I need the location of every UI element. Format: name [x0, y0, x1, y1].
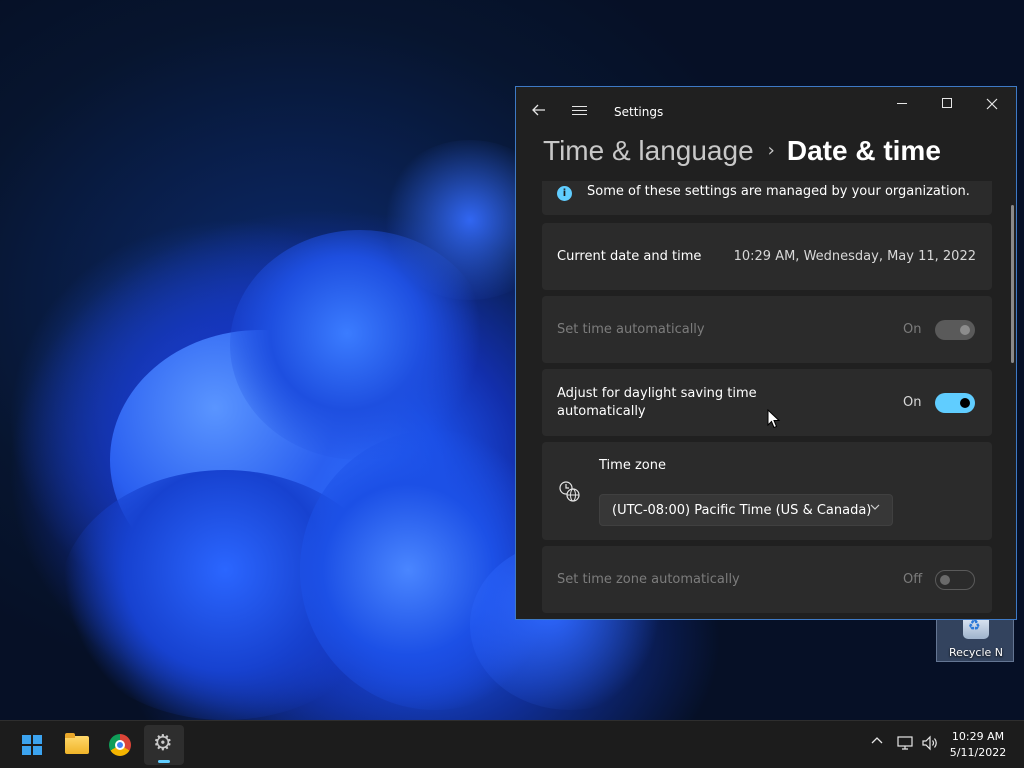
info-icon: i	[557, 186, 572, 201]
set-time-automatically-card: Set time automatically On	[542, 296, 992, 363]
navigation-menu-button[interactable]	[572, 103, 588, 119]
set-time-automatically-toggle[interactable]	[935, 320, 975, 340]
scrollbar-thumb[interactable]	[1011, 205, 1014, 363]
volume-button[interactable]	[921, 735, 939, 755]
close-button[interactable]	[986, 95, 998, 114]
set-time-zone-automatically-state: Off	[903, 572, 923, 587]
start-icon	[22, 735, 42, 755]
app-title: Settings	[614, 105, 664, 119]
toggle-knob	[960, 325, 970, 335]
set-time-zone-automatically-card: Set time zone automatically Off	[542, 546, 992, 613]
clock-date: 5/11/2022	[949, 746, 1007, 759]
clock-time: 10:29 AM	[951, 730, 1005, 743]
page-title: Date & time	[786, 135, 941, 166]
daylight-saving-toggle[interactable]	[935, 393, 975, 413]
chrome-button[interactable]	[100, 725, 140, 765]
taskbar-clock[interactable]: 10:29 AM 5/11/2022	[940, 729, 1016, 761]
file-explorer-button[interactable]	[56, 725, 96, 765]
settings-content[interactable]: i Some of these settings are managed by …	[542, 181, 992, 619]
mouse-cursor-icon	[767, 409, 781, 429]
info-banner: i Some of these settings are managed by …	[542, 181, 992, 215]
toggle-knob	[940, 575, 950, 585]
breadcrumb-parent-link[interactable]: Time & language	[543, 135, 754, 166]
maximize-button[interactable]	[942, 98, 952, 108]
volume-icon	[922, 735, 937, 751]
back-arrow-icon	[532, 104, 545, 116]
time-zone-card: Time zone (UTC-08:00) Pacific Time (US &…	[542, 442, 992, 540]
time-zone-label: Time zone	[599, 458, 666, 473]
info-banner-text: Some of these settings are managed by yo…	[587, 184, 970, 199]
taskbar: ⚙ 10:29 AM 5/11/2022	[0, 720, 1024, 768]
toggle-knob	[960, 398, 970, 408]
daylight-saving-state: On	[903, 395, 922, 410]
settings-icon: ⚙	[153, 731, 173, 756]
start-button[interactable]	[12, 725, 52, 765]
chevron-down-icon	[870, 502, 880, 515]
breadcrumb: Time & language › Date & time	[543, 135, 941, 171]
close-icon	[986, 98, 998, 110]
time-zone-globe-clock-icon	[558, 480, 582, 504]
set-time-automatically-label: Set time automatically	[557, 322, 705, 337]
time-zone-dropdown[interactable]: (UTC-08:00) Pacific Time (US & Canada)	[599, 494, 893, 526]
active-app-indicator	[158, 760, 170, 763]
recycle-bin-icon	[963, 617, 989, 639]
network-icon	[897, 736, 913, 750]
hamburger-menu-icon	[572, 106, 587, 107]
set-time-zone-automatically-toggle[interactable]	[935, 570, 975, 590]
breadcrumb-separator-icon: ›	[767, 140, 775, 161]
current-date-time-value: 10:29 AM, Wednesday, May 11, 2022	[733, 249, 976, 264]
chrome-icon	[109, 734, 131, 756]
show-hidden-icons-button[interactable]	[871, 735, 883, 751]
daylight-saving-label-line2: automatically	[557, 404, 646, 419]
settings-taskbar-button[interactable]: ⚙	[144, 725, 184, 765]
network-button[interactable]	[897, 735, 915, 755]
current-date-time-label: Current date and time	[557, 249, 702, 264]
daylight-saving-label-line1: Adjust for daylight saving time	[557, 386, 757, 401]
title-bar[interactable]: Settings	[516, 87, 1016, 135]
file-explorer-icon	[65, 733, 89, 754]
back-button[interactable]	[532, 103, 546, 120]
recycle-bin-label: Recycle N	[948, 646, 1004, 659]
settings-window: Settings Time & language › Date & time i S…	[515, 86, 1017, 620]
daylight-saving-label: Adjust for daylight saving time automati…	[557, 385, 757, 421]
minimize-button[interactable]	[897, 103, 907, 104]
set-time-zone-automatically-label: Set time zone automatically	[557, 572, 740, 587]
time-zone-selected-value: (UTC-08:00) Pacific Time (US & Canada)	[612, 503, 872, 518]
show-hidden-icons-chevron	[871, 737, 883, 744]
current-date-time-card: Current date and time 10:29 AM, Wednesda…	[542, 223, 992, 290]
set-time-automatically-state: On	[903, 322, 922, 337]
